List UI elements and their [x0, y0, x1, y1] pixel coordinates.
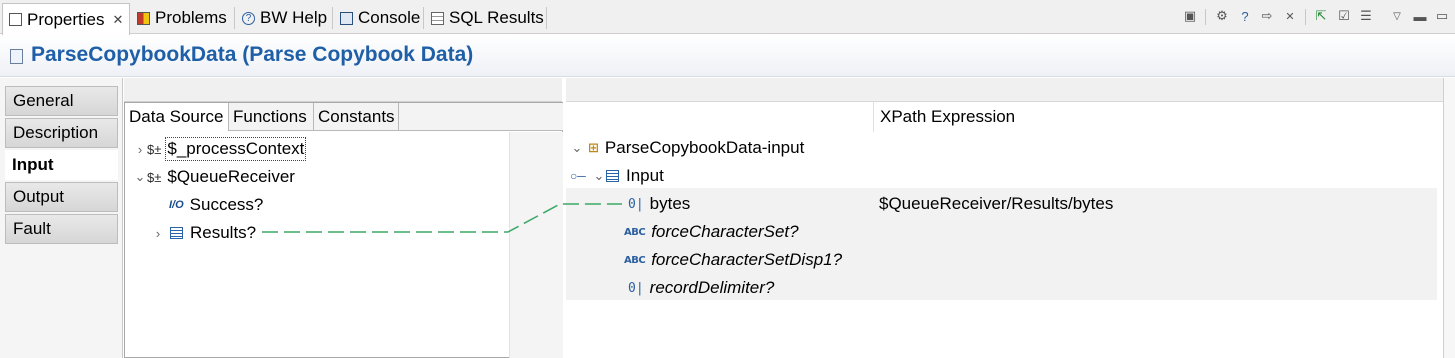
complex-type-icon [170, 227, 183, 239]
page-title: ParseCopybookData (Parse Copybook Data) [31, 43, 474, 66]
tree-node-label: $QueueReceiver [167, 167, 295, 186]
data-source-header [124, 78, 562, 102]
binary-icon: 0| [628, 196, 644, 212]
boolean-icon: I/O [169, 199, 184, 211]
variable-icon: $± [147, 169, 162, 185]
nav-description[interactable]: Description [5, 118, 118, 148]
tab-data-source[interactable]: Data Source [125, 103, 229, 131]
sync-icon[interactable]: ⚙ [1214, 8, 1230, 24]
variable-icon: $± [147, 141, 162, 157]
tab-functions[interactable]: Functions [229, 103, 314, 131]
tree-node-bytes[interactable]: 0| bytes [628, 190, 690, 218]
scrollbar-track[interactable] [1443, 78, 1455, 358]
tree-node-force-character-set-disp1[interactable]: ABC forceCharacterSetDisp1? [624, 246, 842, 274]
view-tab-bar: Properties ✕ Problems ? BW Help Console … [0, 0, 1455, 35]
editor-title-bar: ParseCopybookData (Parse Copybook Data) [0, 35, 1455, 77]
section-nav: General Description Input Output Fault [0, 78, 123, 358]
link-icon: ○─ [570, 169, 586, 183]
string-icon: ABC [624, 226, 646, 238]
filter-icon[interactable]: ☰ [1358, 8, 1374, 24]
collapse-icon[interactable]: ⌄ [570, 140, 584, 156]
binary-icon: 0| [628, 280, 644, 296]
complex-type-icon [606, 170, 619, 182]
checkbox-icon[interactable]: ☑ [1336, 8, 1352, 24]
help-icon: ? [242, 11, 255, 25]
data-source-panel: Data Source Functions Constants › $± $_p… [124, 102, 563, 358]
help-icon[interactable]: ? [1237, 8, 1253, 24]
maximize-icon[interactable]: ▭ [1434, 8, 1450, 24]
tree-node-label: $_processContext [165, 137, 307, 161]
xpath-column-header[interactable]: XPath Expression [873, 102, 1443, 132]
minimize-icon[interactable]: ▬ [1412, 8, 1428, 24]
tree-node-input[interactable]: ○─ ⌄ Input [570, 162, 664, 190]
tree-node-label: bytes [649, 194, 691, 213]
tab-label: Properties [27, 9, 105, 29]
tab-label: SQL Results [449, 8, 544, 27]
tree-node-queue-receiver[interactable]: ⌄ $± $QueueReceiver [133, 163, 295, 191]
expand-icon[interactable]: › [151, 226, 165, 241]
tree-node-label: recordDelimiter? [649, 278, 775, 297]
tree-node-process-context[interactable]: › $± $_processContext [133, 135, 307, 163]
tab-label: Problems [155, 8, 227, 27]
problems-icon [137, 11, 150, 25]
nav-input[interactable]: Input [5, 150, 118, 180]
close-all-icon[interactable]: ✕ [1282, 8, 1298, 24]
schema-icon: ⊞ [588, 140, 599, 155]
console-icon [340, 11, 353, 25]
mapping-gutter [509, 132, 563, 358]
collapse-icon[interactable]: ⌄ [592, 168, 606, 184]
close-icon[interactable]: ✕ [112, 12, 123, 28]
tab-label: Console [358, 8, 421, 27]
properties-icon [9, 13, 22, 26]
tree-node-record-delimiter[interactable]: 0| recordDelimiter? [628, 274, 774, 302]
tree-node-label: Input [626, 166, 664, 185]
string-icon: ABC [624, 254, 646, 266]
expand-icon[interactable]: › [133, 142, 147, 157]
export-icon[interactable]: ⇱ [1313, 8, 1329, 24]
mapping-panel: XPath Expression ⌄ ⊞ ParseCopybookData-i… [566, 102, 1443, 358]
tab-bw-help[interactable]: ? BW Help [236, 4, 333, 32]
tree-node-label: forceCharacterSetDisp1? [651, 250, 843, 269]
tab-label: BW Help [260, 8, 328, 27]
tab-problems[interactable]: Problems [131, 4, 233, 32]
mapping-header [566, 78, 1443, 102]
tab-sql-results[interactable]: SQL Results [425, 4, 550, 32]
tree-node-success[interactable]: I/O Success? [169, 191, 263, 219]
tree-node-label: ParseCopybookData-input [604, 138, 805, 157]
view-menu-icon[interactable]: ▽ [1389, 8, 1405, 24]
tree-node-parse-copybook-input[interactable]: ⌄ ⊞ ParseCopybookData-input [570, 134, 805, 162]
nav-output[interactable]: Output [5, 182, 118, 212]
tree-node-force-character-set[interactable]: ABC forceCharacterSet? [624, 218, 799, 246]
xpath-cell[interactable]: $QueueReceiver/Results/bytes [879, 190, 1113, 218]
tree-node-label: Success? [189, 195, 264, 214]
tree-node-label: forceCharacterSet? [651, 222, 799, 241]
tab-constants[interactable]: Constants [314, 103, 399, 131]
tree-node-label: Results? [190, 223, 257, 242]
collapse-icon[interactable]: ⌄ [133, 169, 147, 185]
tab-properties[interactable]: Properties ✕ [2, 3, 131, 35]
tree-node-results[interactable]: › Results? [151, 219, 256, 247]
pin-icon[interactable]: ▣ [1182, 8, 1198, 24]
nav-general[interactable]: General [5, 86, 118, 116]
forward-icon[interactable]: ⇨ [1259, 8, 1275, 24]
nav-fault[interactable]: Fault [5, 214, 118, 244]
sql-results-icon [431, 11, 444, 25]
activity-icon [10, 49, 23, 64]
tab-console[interactable]: Console [334, 4, 426, 32]
